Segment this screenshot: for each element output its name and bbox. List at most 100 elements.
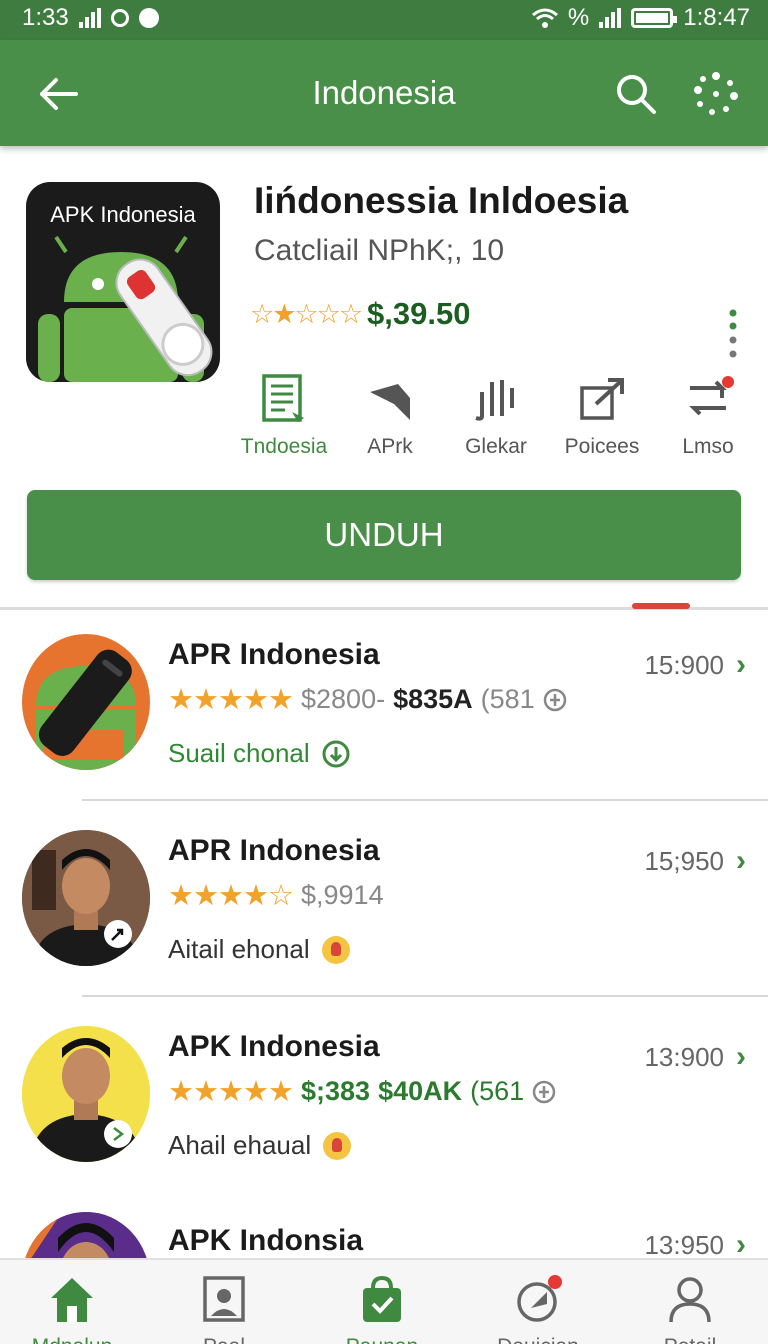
profile-icon [669, 1277, 711, 1323]
item-subtitle: Ahail ehaual [168, 1130, 352, 1161]
indicator-accent [632, 603, 690, 609]
list-divider [82, 799, 768, 801]
nav-label: Paal [164, 1335, 284, 1344]
app-bar: Indonesia [0, 40, 768, 146]
item-subtitle-text: Ahail ehaual [168, 1130, 312, 1160]
time-value: 13:900 [644, 1041, 724, 1072]
equalizer-icon [475, 380, 514, 421]
price-current: $,9914 [301, 880, 384, 910]
signal-icon [78, 8, 101, 28]
time-value: 15:900 [644, 649, 724, 680]
nav-label: Paunan [322, 1335, 442, 1344]
app-price: $,39.50 [367, 296, 471, 331]
rating-stars: ★★★★☆ [168, 880, 294, 912]
tag-icon [517, 1275, 562, 1322]
battery-percent: % [567, 4, 590, 31]
status-bar: 1:33 % 1:8:47 [0, 0, 768, 40]
app-rating: ☆★☆☆☆ $,39.50 [250, 296, 470, 332]
action-poicees[interactable]: Poicees [550, 372, 654, 459]
item-subtitle-text: Suail chonal [168, 738, 310, 768]
item-title: APK Indonesia [168, 1030, 380, 1063]
time-value: 15;950 [644, 845, 724, 876]
rating-stars: ★★★★★ [168, 684, 294, 716]
action-lmso[interactable]: Lmso [656, 372, 760, 459]
item-rating: ★★★★☆ $,9914 [168, 878, 384, 913]
chevron-right-icon[interactable]: › [736, 648, 746, 682]
action-aprk[interactable]: APrk [338, 372, 442, 459]
item-time: 13:950 › [644, 1228, 746, 1258]
item-title: APR Indonesia [168, 834, 380, 867]
person-photo-icon [22, 1026, 150, 1162]
action-label: Lmso [682, 435, 734, 458]
download-badge-icon [322, 740, 350, 767]
person-avatar [22, 830, 150, 966]
app-name: Iińdonessia Inldoesia [254, 180, 629, 221]
battery-icon [631, 8, 678, 28]
award-badge-icon [321, 935, 350, 964]
review-count: (561 [470, 1076, 525, 1106]
nav-label: Mdnalun [12, 1335, 132, 1344]
award-badge-icon [323, 1131, 352, 1160]
alarm-icon [110, 9, 129, 27]
person-photo-icon [22, 830, 150, 966]
chevron-right-icon[interactable]: › [736, 844, 746, 878]
item-subtitle: Suail chonal [168, 738, 350, 769]
list-item[interactable]: APR Indonesia ★★★★☆ $,9914 Aitail ehonal… [0, 830, 768, 1020]
action-glekar[interactable]: Glekar [444, 372, 548, 459]
nav-label: Petail [630, 1335, 750, 1344]
nav-item-paal[interactable]: Paal [164, 1274, 284, 1344]
search-icon[interactable] [612, 70, 660, 118]
document-icon [262, 374, 304, 422]
list-divider [82, 995, 768, 997]
chevron-right-icon[interactable]: › [736, 1228, 746, 1258]
overflow-dots-icon[interactable] [726, 308, 740, 364]
app-subtitle: Catcliail NPhK;, 10 [254, 234, 505, 267]
item-time: 13:900 › [644, 1040, 746, 1074]
person-avatar [22, 1212, 150, 1258]
more-options-icon[interactable] [692, 70, 740, 118]
share-icon [580, 378, 624, 420]
rating-stars: ★★★★★ [168, 1076, 294, 1108]
action-label: Poicees [564, 435, 640, 458]
list-item[interactable]: APK Indonesia ★★★★★ $;383 $40AK (561 Aha… [0, 1026, 768, 1216]
android-robot-icon [38, 235, 213, 382]
notification-icon [138, 8, 159, 28]
item-rating: ★★★★★ $2800- $835A (581 [168, 682, 567, 717]
nav-item-deuician[interactable]: Deuician [478, 1274, 598, 1344]
status-right: % 1:8:47 [531, 4, 750, 32]
nav-item-paunan[interactable]: Paunan [322, 1274, 442, 1344]
action-label: APrk [367, 435, 413, 458]
rating-stars: ☆★☆☆☆ [250, 298, 363, 329]
item-subtitle-text: Aitail ehonal [168, 934, 310, 964]
action-label: Tndoesia [240, 435, 328, 458]
chevron-right-icon[interactable]: › [736, 1040, 746, 1074]
list-item[interactable]: APK Indonsia 13:950 › [0, 1212, 768, 1258]
flag-icon [370, 384, 410, 420]
transfer-icon [689, 376, 734, 416]
nav-label: Deuician [478, 1335, 598, 1344]
shopping-bag-icon [363, 1275, 401, 1322]
price-original: $2800- [301, 684, 386, 714]
nav-item-petail[interactable]: Petail [630, 1274, 750, 1344]
app-avatar [22, 634, 150, 770]
item-title: APK Indonsia [168, 1224, 364, 1257]
info-icon [532, 1080, 556, 1103]
list-item[interactable]: APR Indonesia ★★★★★ $2800- $835A (581 Su… [0, 634, 768, 824]
contact-icon [203, 1276, 245, 1322]
download-button[interactable]: UNDUH [27, 490, 741, 580]
home-icon [51, 1278, 93, 1322]
item-subtitle: Aitail ehonal [168, 934, 350, 965]
bottom-navigation: Mdnalun Paal Paunan Deuician Petail [0, 1258, 768, 1344]
action-label: Glekar [465, 435, 527, 458]
action-row: Tndoesia APrk Glekar Poicees Lmso [232, 372, 762, 462]
app-icon: APK Indonesia [26, 182, 220, 382]
action-tndoesia[interactable]: Tndoesia [232, 372, 336, 459]
price-original: $;383 [301, 1076, 371, 1106]
section-divider [0, 603, 768, 610]
cell-signal-icon [599, 8, 622, 28]
wifi-icon [531, 8, 558, 28]
nav-item-home[interactable]: Mdnalun [12, 1274, 132, 1344]
person-avatar [22, 1026, 150, 1162]
time-value: 13:950 [644, 1229, 724, 1259]
android-logo-icon [36, 649, 136, 770]
